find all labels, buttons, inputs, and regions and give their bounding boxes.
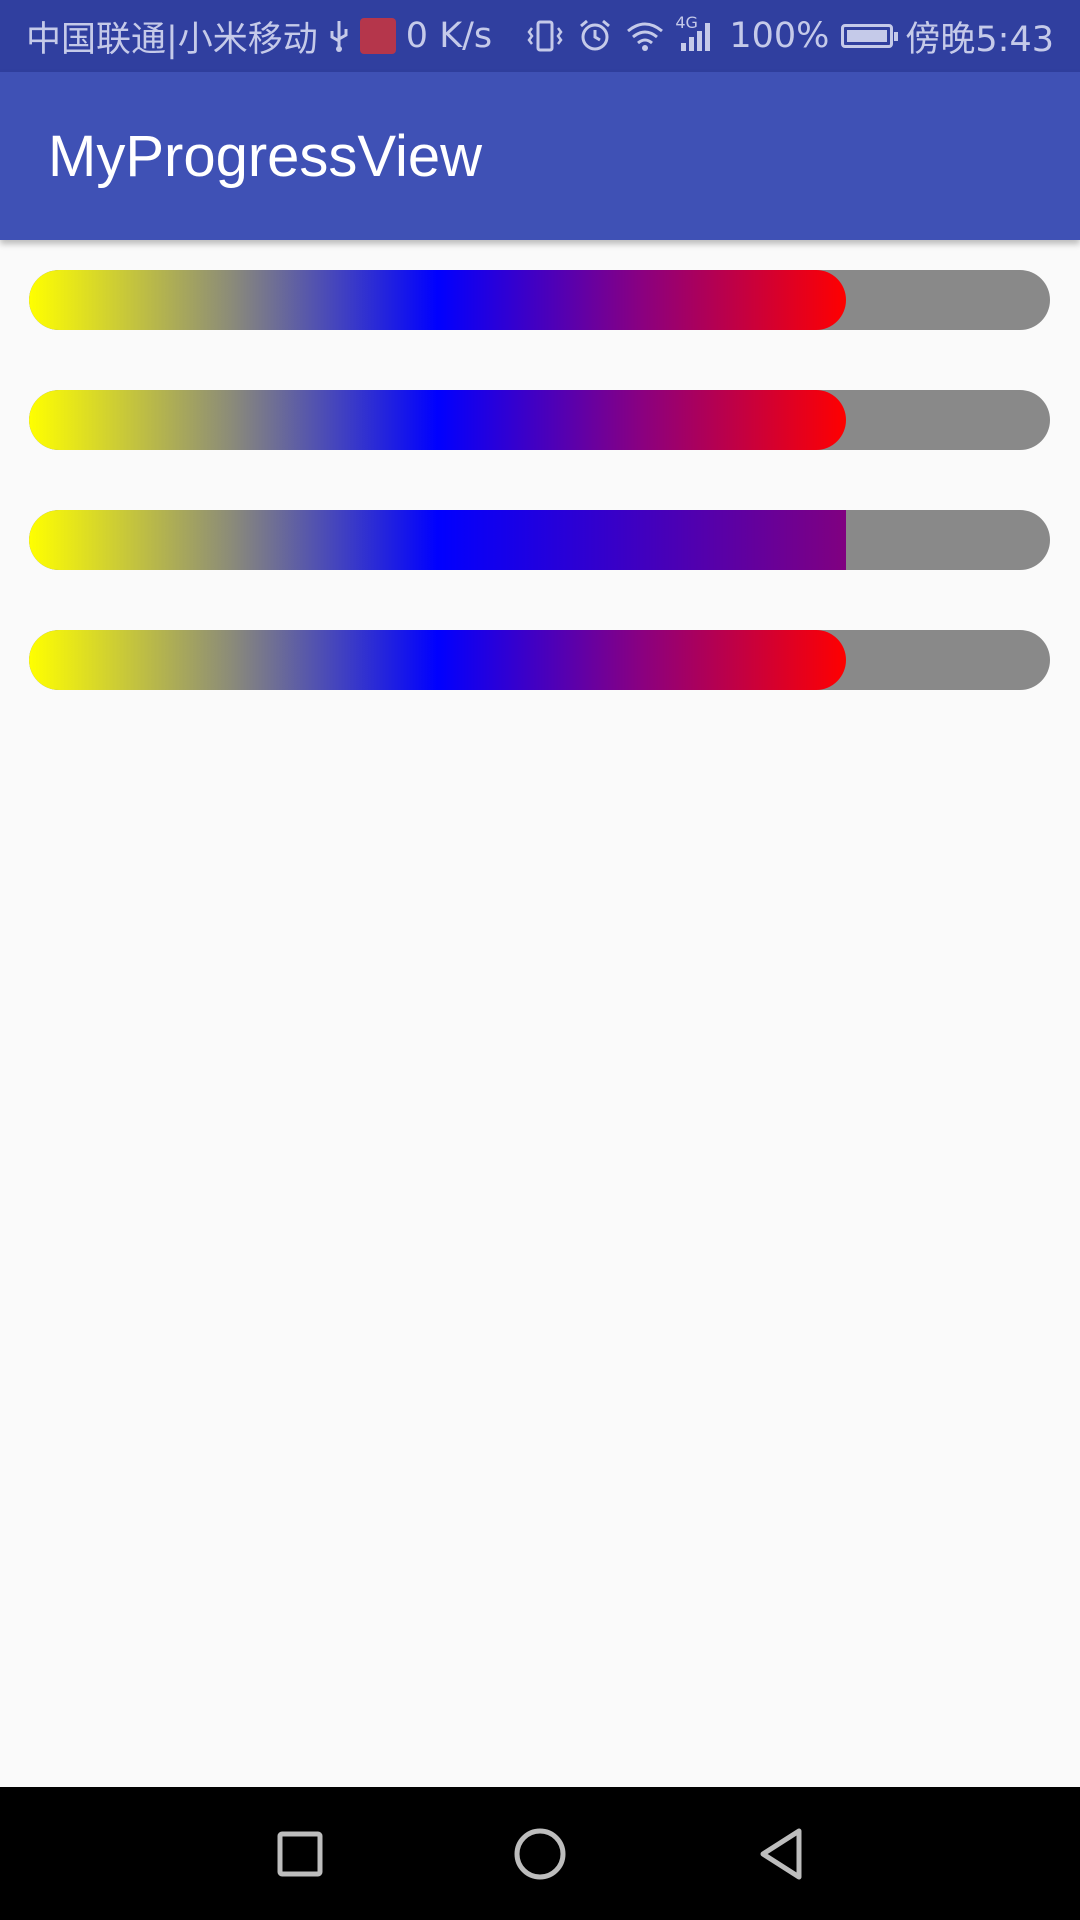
app-title: MyProgressView xyxy=(48,123,483,189)
battery-charging-icon xyxy=(841,24,899,48)
navigation-bar xyxy=(0,1787,1080,1920)
progress-fill xyxy=(29,270,846,330)
progress-bar-2 xyxy=(29,390,1050,450)
clock: 傍晚5:43 xyxy=(905,19,1054,60)
progress-list xyxy=(0,240,1080,1787)
battery-percent: 100% xyxy=(729,16,830,56)
home-icon[interactable] xyxy=(514,1828,566,1880)
progress-fill xyxy=(29,630,846,690)
recents-icon[interactable] xyxy=(277,1831,323,1877)
signal-icon: 4G xyxy=(675,13,717,53)
back-icon[interactable] xyxy=(757,1827,803,1881)
progress-fill xyxy=(29,510,846,570)
carrier-label: 中国联通|小米移动 xyxy=(26,19,318,60)
wifi-icon xyxy=(625,19,665,53)
status-bar: 中国联通|小米移动 0 K/s 4G 100% 傍晚5:43 xyxy=(0,0,1080,72)
progress-fill xyxy=(29,390,846,450)
progress-bar-1 xyxy=(29,270,1050,330)
progress-bar-3 xyxy=(29,510,1050,570)
vibrate-icon xyxy=(525,19,565,53)
app-notification-icon xyxy=(359,18,396,54)
usb-icon xyxy=(328,19,350,53)
progress-bar-4 xyxy=(29,630,1050,690)
alarm-icon xyxy=(577,18,613,54)
net-speed: 0 K/s xyxy=(405,16,493,56)
app-bar: MyProgressView xyxy=(0,72,1080,240)
network-type-label: 4G xyxy=(675,13,698,32)
